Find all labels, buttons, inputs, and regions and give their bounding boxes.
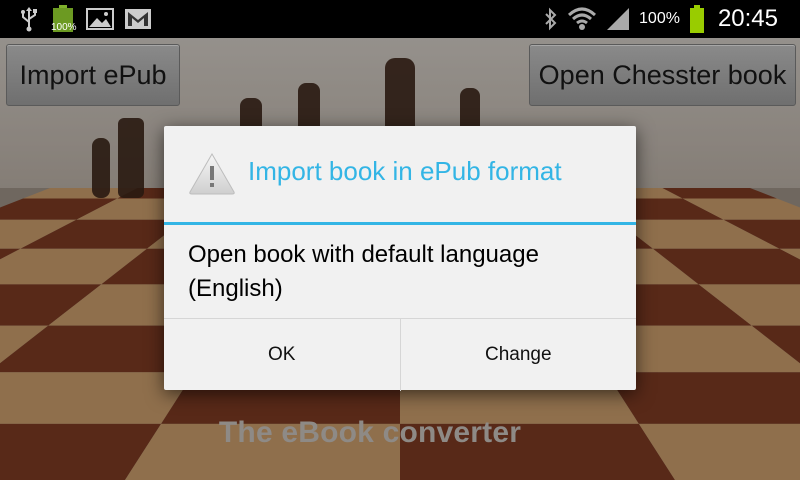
signal-icon [605, 6, 631, 32]
wifi-icon [567, 6, 597, 32]
battery-full-icon: 100% [50, 4, 77, 34]
ok-button[interactable]: OK [164, 319, 400, 391]
battery-percent: 100% [639, 10, 680, 27]
open-chesster-book-label: Open Chesster book [538, 59, 787, 90]
gmail-icon [124, 8, 152, 30]
app-tagline: The eBook converter [218, 416, 522, 449]
dialog-title-divider [164, 222, 636, 225]
usb-icon [18, 6, 40, 32]
dialog-header: Import book in ePub format [164, 126, 636, 222]
status-bar-left: 100% [0, 4, 152, 34]
ok-button-label: OK [268, 344, 296, 365]
dialog-button-bar: OK Change [164, 318, 636, 391]
status-bar-right: 100% 20:45 [543, 0, 778, 38]
open-chesster-book-button[interactable]: Open Chesster book [529, 44, 796, 106]
bluetooth-icon [543, 7, 559, 31]
import-dialog: Import book in ePub format Open book wit… [164, 126, 636, 391]
status-bar: 100% 100% 20:45 [0, 0, 800, 38]
dialog-message: Open book with default language (English… [188, 241, 539, 302]
image-icon [86, 7, 114, 31]
import-epub-label: Import ePub [19, 59, 167, 90]
import-epub-button[interactable]: Import ePub [6, 44, 180, 106]
change-button-label: Change [484, 344, 552, 365]
warning-icon [188, 152, 236, 196]
change-button[interactable]: Change [399, 319, 637, 391]
battery-notification-label: 100% [51, 22, 77, 33]
battery-icon [688, 4, 706, 34]
clock: 20:45 [717, 5, 778, 32]
dialog-title: Import book in ePub format [248, 156, 562, 186]
